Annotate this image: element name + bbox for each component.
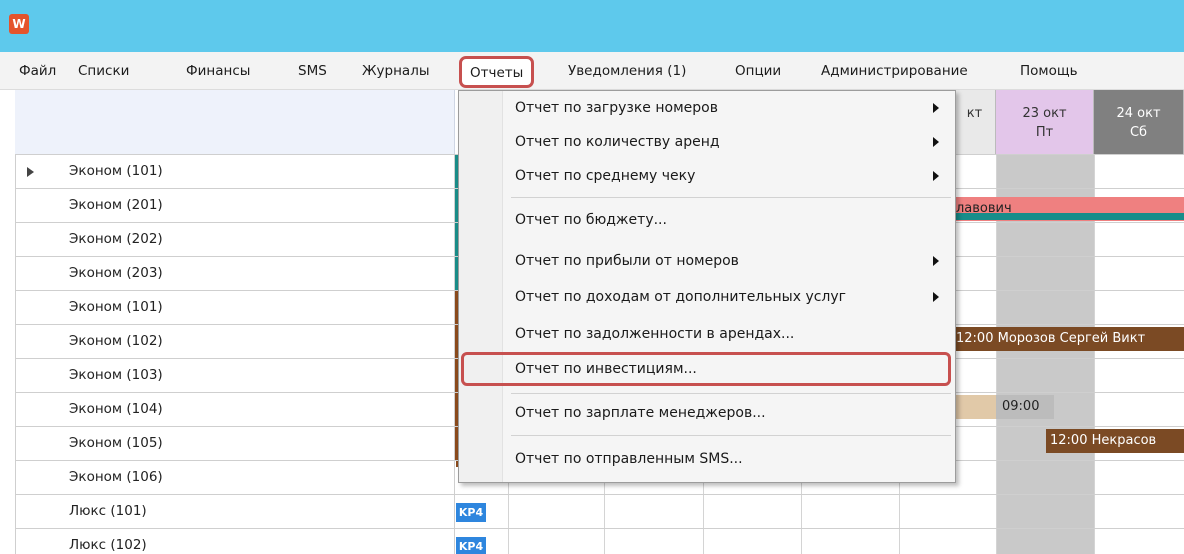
menu-help[interactable]: Помощь [1020,52,1078,90]
table-row[interactable]: Люкс (102) KP4 [15,528,1184,554]
menu-finance[interactable]: Финансы [186,52,250,90]
room-label: Эконом (202) [15,223,455,257]
menu-options[interactable]: Опции [735,52,781,90]
day-header-weekday: Сб [1129,125,1148,140]
menu-item-label: Отчет по среднему чеку [515,168,696,184]
room-name: Эконом (101) [69,163,163,179]
room-label: Эконом (201) [15,189,455,223]
room-label: Эконом (105) [15,427,455,461]
menu-item-label: Отчет по отправленным SMS... [515,451,743,467]
room-label: Эконом (102) [15,325,455,359]
room-label: Люкс (102) [15,529,455,554]
room-badge: KP4 [456,537,486,554]
report-rental-debt[interactable]: Отчет по задолженности в арендах... [459,317,955,351]
submenu-arrow-icon [933,137,939,147]
submenu-arrow-icon [933,292,939,302]
room-label: Эконом (101) [15,155,455,189]
booking-bar[interactable]: 12:00 Морозов Сергей Викт [956,327,1184,351]
room-name: Эконом (201) [69,197,163,213]
report-budget[interactable]: Отчет по бюджету... [459,203,955,237]
day-header-date: 24 окт [1116,106,1161,121]
room-name: Люкс (102) [69,537,147,553]
room-name: Эконом (203) [69,265,163,281]
room-name: Эконом (105) [69,435,163,451]
menu-lists[interactable]: Списки [78,52,129,90]
menu-item-label: Отчет по зарплате менеджеров... [515,405,766,421]
booking-bar[interactable] [956,395,996,419]
room-name: Эконом (103) [69,367,163,383]
menu-item-label: Отчет по бюджету... [515,212,667,228]
room-name: Люкс (101) [69,503,147,519]
menu-separator [511,197,951,198]
menu-separator [511,435,951,436]
room-name: Эконом (202) [69,231,163,247]
title-bar: W [0,0,1184,52]
report-room-profit[interactable]: Отчет по прибыли от номеров [459,244,955,278]
room-label: Эконом (103) [15,359,455,393]
day-header-weekday: Пт [1035,125,1054,140]
room-label: Эконом (106) [15,461,455,495]
booking-bar[interactable] [956,213,1184,220]
menu-item-label: Отчет по инвестициям... [515,361,697,377]
report-sent-sms[interactable]: Отчет по отправленным SMS... [459,442,955,476]
menu-item-label: Отчет по количеству аренд [515,134,720,150]
submenu-arrow-icon [933,103,939,113]
app-logo-icon[interactable]: W [9,14,29,34]
menu-item-label: Отчет по доходам от дополнительных услуг [515,289,847,305]
day-header-24[interactable]: 24 окт Сб [1094,90,1184,154]
menu-sms[interactable]: SMS [298,52,327,90]
room-label: Эконом (101) [15,291,455,325]
room-label: Эконом (203) [15,257,455,291]
room-name: Эконом (104) [69,401,163,417]
room-label: Люкс (101) [15,495,455,529]
booking-bar[interactable]: 12:00 Некрасов [1046,429,1184,453]
room-label: Эконом (104) [15,393,455,427]
reports-dropdown-menu: Отчет по загрузке номеров Отчет по колич… [458,90,956,483]
menu-notifications[interactable]: Уведомления (1) [568,52,686,90]
day-header-date: кт [966,106,983,121]
menu-separator [511,393,951,394]
menu-item-label: Отчет по прибыли от номеров [515,253,739,269]
day-header-23[interactable]: 23 окт Пт [996,90,1094,154]
day-header-22[interactable]: кт [954,90,996,154]
grid-corner [15,90,455,154]
submenu-arrow-icon [933,171,939,181]
menu-file[interactable]: Файл [19,52,56,90]
room-badge: KP4 [456,503,486,522]
report-rental-count[interactable]: Отчет по количеству аренд [459,125,955,159]
report-room-occupancy[interactable]: Отчет по загрузке номеров [459,91,955,125]
report-extra-services-income[interactable]: Отчет по доходам от дополнительных услуг [459,280,955,314]
room-name: Эконом (101) [69,299,163,315]
report-average-check[interactable]: Отчет по среднему чеку [459,159,955,193]
report-manager-salary[interactable]: Отчет по зарплате менеджеров... [459,396,955,430]
menu-bar: Файл Списки Финансы SMS Журналы Отчеты У… [0,52,1184,90]
table-row[interactable]: Люкс (101) KP4 [15,494,1184,529]
menu-item-label: Отчет по загрузке номеров [515,100,718,116]
menu-journals[interactable]: Журналы [362,52,430,90]
menu-item-label: Отчет по задолженности в арендах... [515,326,795,342]
room-name: Эконом (102) [69,333,163,349]
current-row-arrow-icon [27,167,34,177]
day-header-date: 23 окт [1022,106,1067,121]
menu-administration[interactable]: Администрирование [821,52,968,90]
report-investments[interactable]: Отчет по инвестициям... [461,352,951,386]
booking-bar[interactable]: 09:00 [996,395,1054,419]
room-name: Эконом (106) [69,469,163,485]
menu-reports[interactable]: Отчеты [459,56,535,88]
submenu-arrow-icon [933,256,939,266]
